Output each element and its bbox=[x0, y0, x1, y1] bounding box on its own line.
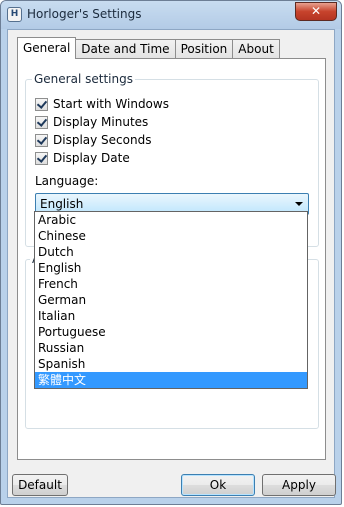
language-option-english[interactable]: English bbox=[35, 260, 307, 276]
tab-strip: General Date and Time Position About bbox=[17, 37, 280, 59]
tab-about[interactable]: About bbox=[232, 39, 280, 58]
ok-button[interactable]: Ok bbox=[181, 474, 255, 496]
tab-date-and-time[interactable]: Date and Time bbox=[75, 39, 176, 58]
language-option-russian[interactable]: Russian bbox=[35, 340, 307, 356]
display-seconds-checkbox[interactable] bbox=[35, 133, 48, 147]
tab-position[interactable]: Position bbox=[174, 39, 234, 58]
display-seconds-label: Display Seconds bbox=[53, 133, 152, 147]
language-option-spanish[interactable]: Spanish bbox=[35, 356, 307, 372]
close-button[interactable]: ✕ bbox=[295, 2, 337, 21]
general-settings-label: General settings bbox=[32, 72, 135, 86]
display-minutes-option[interactable]: Display Minutes bbox=[35, 114, 148, 130]
display-minutes-label: Display Minutes bbox=[53, 115, 149, 129]
display-seconds-option[interactable]: Display Seconds bbox=[35, 132, 151, 148]
language-label: Language: bbox=[35, 174, 99, 188]
default-button[interactable]: Default bbox=[12, 474, 68, 496]
apply-button[interactable]: Apply bbox=[262, 474, 336, 496]
title-bar[interactable]: H Horloger's Settings ✕ bbox=[1, 1, 341, 29]
language-option-chinese[interactable]: Chinese bbox=[35, 228, 307, 244]
language-option-italian[interactable]: Italian bbox=[35, 308, 307, 324]
app-icon: H bbox=[7, 7, 22, 22]
display-date-checkbox[interactable] bbox=[35, 151, 48, 165]
language-option-german[interactable]: German bbox=[35, 292, 307, 308]
language-selected-value: English bbox=[40, 197, 84, 211]
start-with-windows-checkbox[interactable] bbox=[35, 97, 48, 111]
language-option-traditional-chinese[interactable]: 繁體中文 bbox=[35, 372, 307, 388]
start-with-windows-label: Start with Windows bbox=[53, 97, 169, 111]
chevron-down-icon bbox=[295, 202, 303, 206]
display-date-label: Display Date bbox=[53, 151, 130, 165]
window-title: Horloger's Settings bbox=[27, 7, 142, 21]
display-date-option[interactable]: Display Date bbox=[35, 150, 130, 166]
display-minutes-checkbox[interactable] bbox=[35, 115, 48, 129]
language-dropdown-list[interactable]: Arabic Chinese Dutch English French Germ… bbox=[34, 211, 308, 389]
language-option-arabic[interactable]: Arabic bbox=[35, 212, 307, 228]
start-with-windows-option[interactable]: Start with Windows bbox=[35, 96, 169, 112]
language-option-portuguese[interactable]: Portuguese bbox=[35, 324, 307, 340]
language-option-dutch[interactable]: Dutch bbox=[35, 244, 307, 260]
tab-general[interactable]: General bbox=[17, 37, 77, 59]
language-option-french[interactable]: French bbox=[35, 276, 307, 292]
